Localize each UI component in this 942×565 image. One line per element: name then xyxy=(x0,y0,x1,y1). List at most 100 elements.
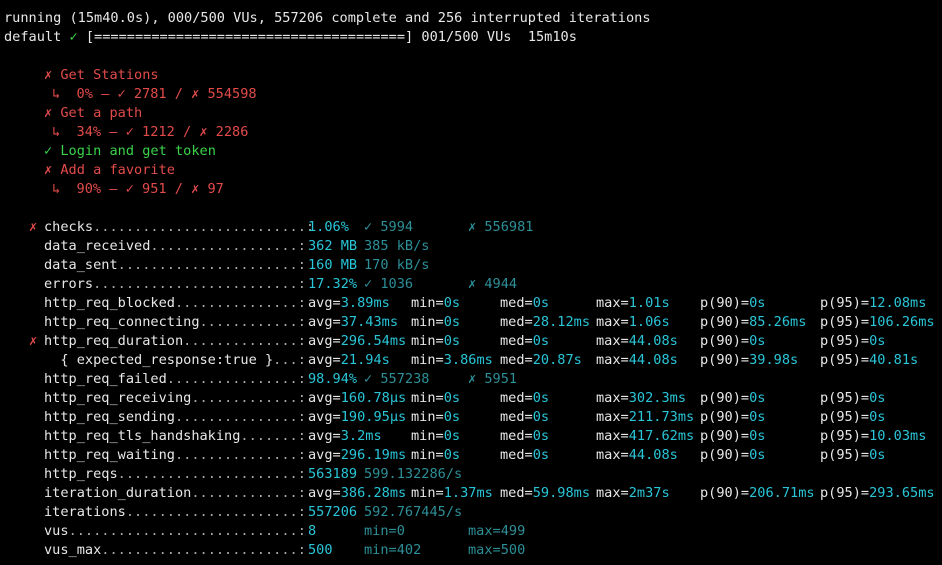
metric-name: http_req_tls_handshaking.......: xyxy=(44,427,306,446)
stat-label: avg= xyxy=(308,314,341,330)
metric-row: ✗ http_req_duration..............: avg=296… xyxy=(0,332,942,351)
metric-stat: p(90)=0s xyxy=(700,332,765,351)
metric-name: data_received..................: xyxy=(44,237,306,256)
stat-label: med= xyxy=(500,314,533,330)
stat-label: max= xyxy=(596,295,629,311)
metric-stat: min=0s xyxy=(411,294,460,313)
stat-label: p(90)= xyxy=(700,314,750,330)
metric-stat: p(90)=0s xyxy=(700,427,765,446)
stat-label: avg= xyxy=(308,485,341,501)
stat-value: 1.01s xyxy=(628,295,670,311)
stat-value: 0s xyxy=(443,409,461,425)
metric-extra: ✗ 5951 xyxy=(468,371,518,387)
metric-row: http_req_blocked...............: avg=3.89… xyxy=(0,294,942,313)
stat-label: max= xyxy=(596,314,629,330)
metric-extra: ✓ 5994 xyxy=(364,219,414,235)
stat-value: 3.2ms xyxy=(340,428,382,444)
metric-row: vus............................: 8 min=0 ma… xyxy=(0,522,942,541)
metric-stat: p(95)=293.65ms xyxy=(820,484,935,503)
stat-label: avg= xyxy=(308,390,341,406)
metric-stat: min=3.86ms xyxy=(411,351,493,370)
group-detail: ↳ 0% — ✓ 2781 / ✗ 554598 xyxy=(52,86,257,102)
cross-icon: ✗ xyxy=(29,219,38,235)
stat-value: 0s xyxy=(749,428,766,444)
stat-value: 39.98s xyxy=(749,352,799,368)
metric-stat: max=44.08s xyxy=(596,446,678,465)
metric-stat: min=0s xyxy=(411,408,460,427)
stat-value: 1.37ms xyxy=(443,485,493,501)
metric-stat: p(95)=0s xyxy=(820,389,885,408)
stat-value: 0s xyxy=(443,428,461,444)
metric-value: 8 xyxy=(308,523,317,539)
metric-value: 557206 xyxy=(308,504,358,520)
metric-dots: ...: xyxy=(273,352,306,368)
metric-name: checks..........................: xyxy=(44,218,314,237)
metric-name: http_req_blocked...............: xyxy=(44,294,306,313)
stat-value: 190.95µs xyxy=(340,409,407,425)
stat-value: 0s xyxy=(443,333,461,349)
scenario-progress-line: default ✓ [=============================… xyxy=(4,28,577,47)
stat-value: 59.98ms xyxy=(532,485,591,501)
stat-label: max= xyxy=(596,447,629,463)
stat-value: 28.12ms xyxy=(532,314,591,330)
metric-dots: ...............: xyxy=(174,409,306,425)
stat-value: 12.08ms xyxy=(869,295,927,311)
terminal-window: running (15m40.0s), 000/500 VUs, 557206 … xyxy=(0,0,942,565)
stat-label: p(90)= xyxy=(700,447,750,463)
stat-value: 0s xyxy=(532,447,550,463)
stat-label: med= xyxy=(500,409,533,425)
cross-icon: ✗ xyxy=(44,105,53,121)
metric-name: iterations.....................: xyxy=(44,503,306,522)
metric-value: 98.94% xyxy=(308,371,358,387)
metric-row: ✗ checks..........................: 1.06% ✓… xyxy=(0,218,942,237)
metric-stat: avg=21.94s xyxy=(308,351,390,370)
stat-value: 40.81s xyxy=(869,352,919,368)
stat-value: 0s xyxy=(749,333,766,349)
group-row: ✓ Login and get token xyxy=(44,142,216,161)
stat-label: p(95)= xyxy=(820,447,870,463)
cross-icon: ✗ xyxy=(44,162,53,178)
metric-stat: avg=190.95µs xyxy=(308,408,406,427)
metric-label: http_req_receiving xyxy=(44,390,192,406)
group-name: Login and get token xyxy=(60,143,216,159)
metric-stat: max=2m37s xyxy=(596,484,670,503)
stat-value: 0s xyxy=(532,428,550,444)
metric-stat: med=59.98ms xyxy=(500,484,590,503)
progress-bar-close: ] xyxy=(405,29,414,45)
stat-label: p(95)= xyxy=(820,333,870,349)
stat-value: 296.19ms xyxy=(340,447,407,463)
metric-extra: min=402 xyxy=(364,542,422,558)
metric-extra: min=0 xyxy=(364,523,405,539)
metric-name: http_req_receiving.............: xyxy=(44,389,306,408)
stat-label: min= xyxy=(411,314,444,330)
metric-name: http_req_duration..............: xyxy=(44,332,306,351)
stat-label: min= xyxy=(411,447,444,463)
metric-dots: ................: xyxy=(166,371,306,387)
stat-value: 3.89ms xyxy=(340,295,390,311)
stat-label: min= xyxy=(411,409,444,425)
metric-stat: p(95)=12.08ms xyxy=(820,294,926,313)
metric-value: 500 xyxy=(308,542,333,558)
metric-row: http_reqs......................: 563189 59… xyxy=(0,465,942,484)
metric-stat: med=20.87s xyxy=(500,351,582,370)
metric-row: errors.........................: 17.32% ✓ … xyxy=(0,275,942,294)
metric-row: http_req_waiting...............: avg=296.… xyxy=(0,446,942,465)
stat-value: 44.08s xyxy=(628,333,678,349)
stat-label: avg= xyxy=(308,295,341,311)
metric-stat: min=0s xyxy=(411,446,460,465)
metric-label: checks xyxy=(44,219,94,235)
stat-value: 0s xyxy=(749,409,766,425)
metric-label: iteration_duration xyxy=(44,485,192,501)
group-detail: ↳ 90% — ✓ 951 / ✗ 97 xyxy=(52,181,224,197)
metric-value: 1.06% xyxy=(308,219,349,235)
stat-label: p(95)= xyxy=(820,428,870,444)
metric-label: http_req_duration xyxy=(44,333,184,349)
metric-name: http_req_connecting............: xyxy=(44,313,306,332)
metric-stat: p(90)=206.71ms xyxy=(700,484,815,503)
metric-label: { expected_response:true } xyxy=(44,352,274,368)
stat-value: 2m37s xyxy=(628,485,670,501)
stat-label: p(90)= xyxy=(700,428,750,444)
metric-name: http_req_waiting...............: xyxy=(44,446,306,465)
metric-stat: med=0s xyxy=(500,332,549,351)
stat-label: min= xyxy=(411,485,444,501)
